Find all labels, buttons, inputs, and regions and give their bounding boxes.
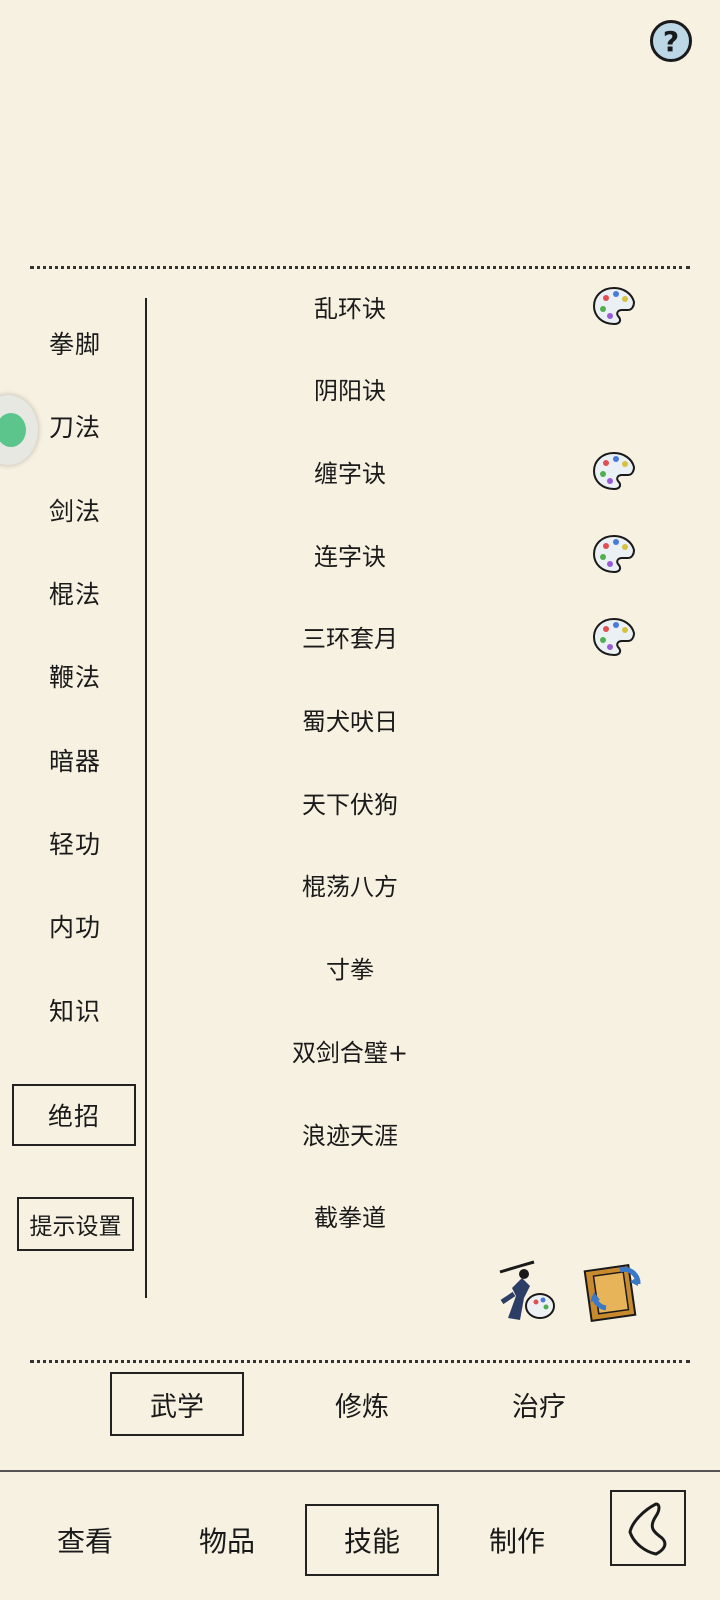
category-item[interactable]: 剑法 — [20, 490, 130, 530]
skill-row[interactable]: 截拳道 — [150, 1186, 720, 1246]
skill-row[interactable]: 棍荡八方 — [150, 855, 720, 915]
category-divider-line — [145, 298, 147, 1298]
category-item[interactable]: 轻功 — [20, 823, 130, 863]
palette-icon — [592, 452, 636, 491]
skill-row[interactable]: 三环套月 — [150, 607, 720, 667]
category-item[interactable]: 知识 — [20, 990, 130, 1030]
back-button[interactable] — [610, 1490, 686, 1566]
skill-row[interactable]: 乱环诀 — [150, 280, 720, 336]
skill-name[interactable]: 天下伏狗 — [250, 772, 450, 832]
skill-row[interactable]: 阴阳诀 — [150, 359, 720, 419]
palette-icon — [592, 286, 636, 326]
category-item[interactable]: 刀法 — [20, 406, 130, 446]
top-divider — [30, 266, 690, 269]
nav-tab[interactable]: 查看 — [18, 1504, 152, 1576]
skill-row[interactable]: 浪迹天涯 — [150, 1103, 720, 1163]
palette-icon — [592, 617, 636, 656]
skill-name[interactable]: 缠字诀 — [250, 441, 450, 501]
question-mark-icon: ? — [662, 24, 680, 58]
back-arrow-icon — [628, 1502, 667, 1556]
skill-row[interactable]: 双剑合璧+ — [150, 1020, 720, 1080]
skill-row[interactable]: 天下伏狗 — [150, 772, 720, 832]
subtab[interactable]: 修炼 — [295, 1372, 429, 1436]
nav-tab[interactable]: 技能 — [305, 1504, 439, 1576]
skill-name[interactable]: 乱环诀 — [250, 280, 450, 336]
skill-name[interactable]: 蜀犬吠日 — [250, 690, 450, 750]
skill-name[interactable]: 截拳道 — [250, 1186, 450, 1246]
palette-icon — [592, 535, 636, 574]
skill-name[interactable]: 三环套月 — [250, 607, 450, 667]
skill-name[interactable]: 阴阳诀 — [250, 359, 450, 419]
subtab[interactable]: 治疗 — [472, 1372, 606, 1436]
category-item[interactable]: 内功 — [20, 906, 130, 946]
swap-scroll-icon[interactable] — [580, 1256, 648, 1324]
hint-settings-button[interactable]: 提示设置 — [17, 1197, 134, 1251]
category-item[interactable]: 暗器 — [20, 740, 130, 780]
skill-list[interactable]: 乱环诀阴阳诀缠字诀连字诀三环套月蜀犬吠日天下伏狗棍荡八方寸拳双剑合璧+ 浪迹天涯截… — [150, 280, 720, 1340]
skill-name[interactable]: 连字诀 — [250, 524, 450, 584]
subtab[interactable]: 武学 — [110, 1372, 244, 1436]
skill-name[interactable]: 浪迹天涯 — [250, 1103, 450, 1163]
help-button[interactable]: ? — [650, 20, 692, 62]
nav-separator — [0, 1470, 720, 1472]
skill-row[interactable]: 寸拳 — [150, 938, 720, 998]
skill-name[interactable]: 棍荡八方 — [250, 855, 450, 915]
category-item[interactable]: 棍法 — [20, 573, 130, 613]
ninja-palette-icon[interactable] — [490, 1258, 558, 1326]
bottom-divider — [30, 1360, 690, 1363]
skill-name[interactable]: 双剑合璧+ — [250, 1020, 450, 1080]
category-item[interactable]: 拳脚 — [20, 323, 130, 363]
nav-tab[interactable]: 制作 — [450, 1504, 584, 1576]
nav-tab[interactable]: 物品 — [160, 1504, 294, 1576]
category-item[interactable]: 鞭法 — [20, 656, 130, 696]
skill-row[interactable]: 蜀犬吠日 — [150, 690, 720, 750]
skill-row[interactable]: 连字诀 — [150, 524, 720, 584]
category-item[interactable]: 绝招 — [12, 1084, 136, 1146]
bottom-nav-bar: 查看 物品 技能 制作 — [0, 1470, 720, 1600]
skill-row[interactable]: 缠字诀 — [150, 441, 720, 501]
skill-name[interactable]: 寸拳 — [250, 938, 450, 998]
